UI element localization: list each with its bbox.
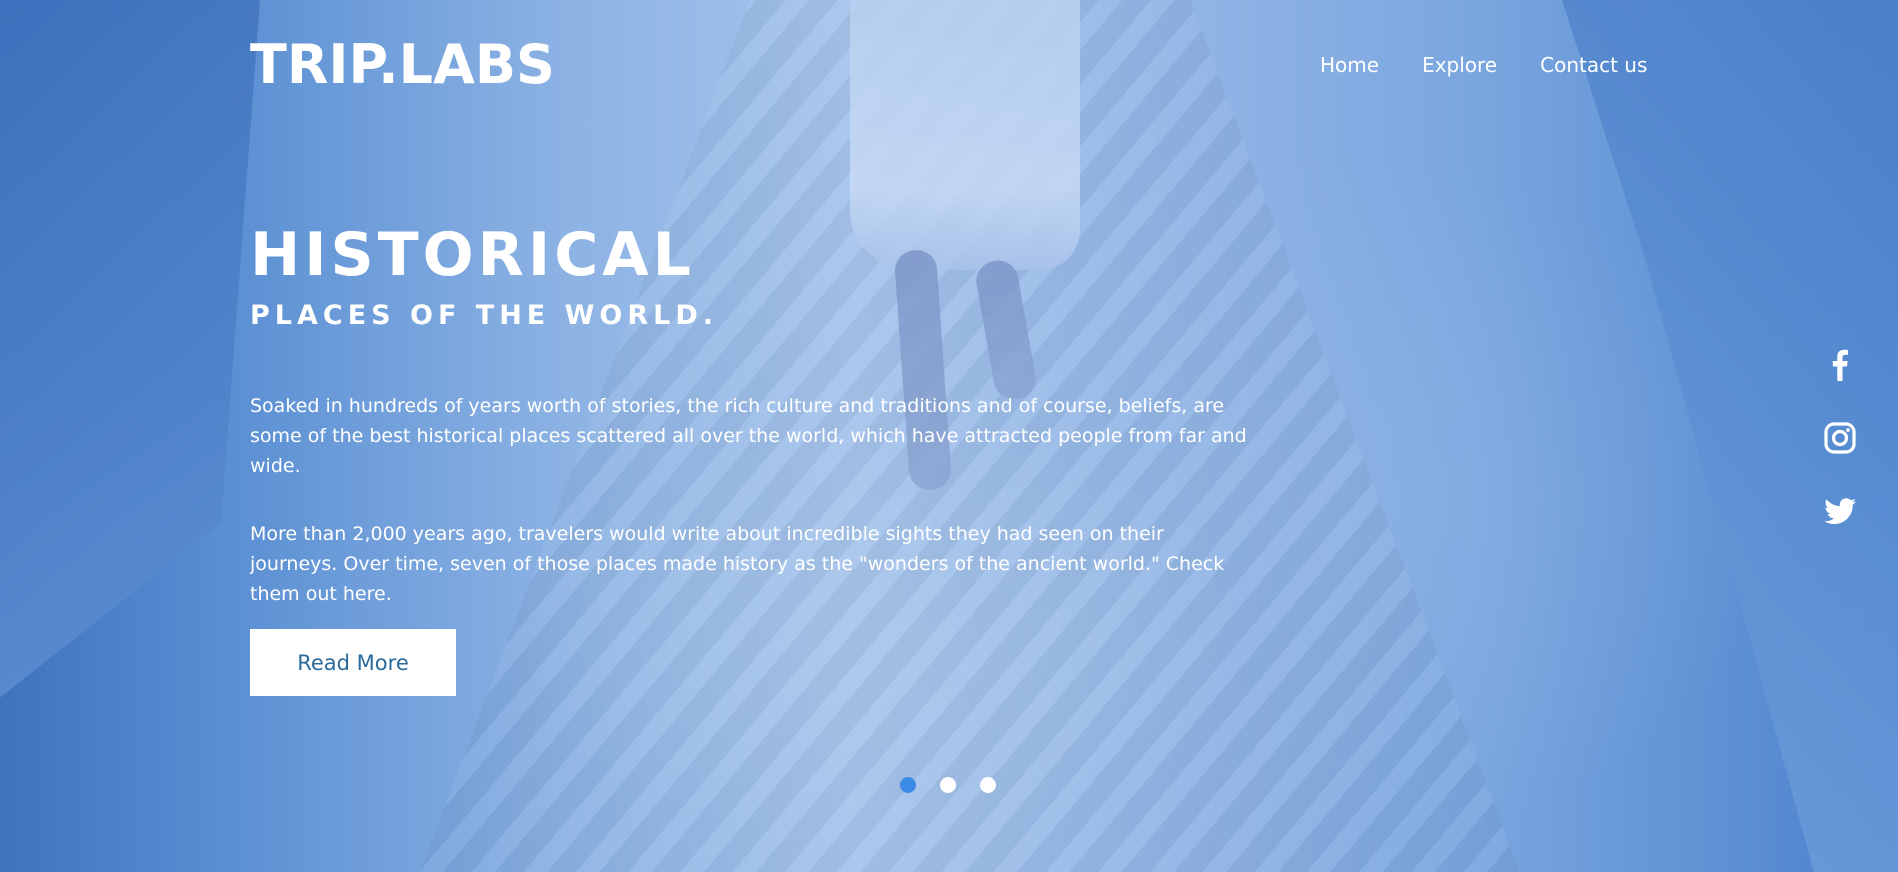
nav-item-contact[interactable]: Contact us: [1540, 50, 1647, 80]
social-links: [1820, 345, 1870, 564]
hero-subtitle: PLACES OF THE WORLD.: [250, 300, 719, 331]
slider-dot-2[interactable]: [940, 777, 956, 793]
nav-item-home[interactable]: Home: [1320, 50, 1379, 80]
hero-title: HISTORICAL: [250, 220, 695, 290]
instagram-icon[interactable]: [1820, 418, 1860, 458]
nav-item-explore[interactable]: Explore: [1422, 50, 1497, 80]
facebook-icon[interactable]: [1820, 345, 1860, 385]
read-more-button[interactable]: Read More: [250, 629, 456, 696]
hero-paragraph: Soaked in hundreds of years worth of sto…: [250, 395, 1247, 477]
background-dress: [850, 0, 1080, 270]
slider-dots: [900, 777, 996, 793]
hero-paragraph: More than 2,000 years ago, travelers wou…: [250, 523, 1225, 605]
slider-dot-1[interactable]: [900, 777, 916, 793]
twitter-icon[interactable]: [1820, 491, 1860, 531]
main-nav: Home Explore Contact us: [1320, 50, 1647, 80]
slider-dot-3[interactable]: [980, 777, 996, 793]
site-logo[interactable]: TRIP.LABS: [250, 30, 555, 100]
background-wall-left: [0, 0, 260, 698]
